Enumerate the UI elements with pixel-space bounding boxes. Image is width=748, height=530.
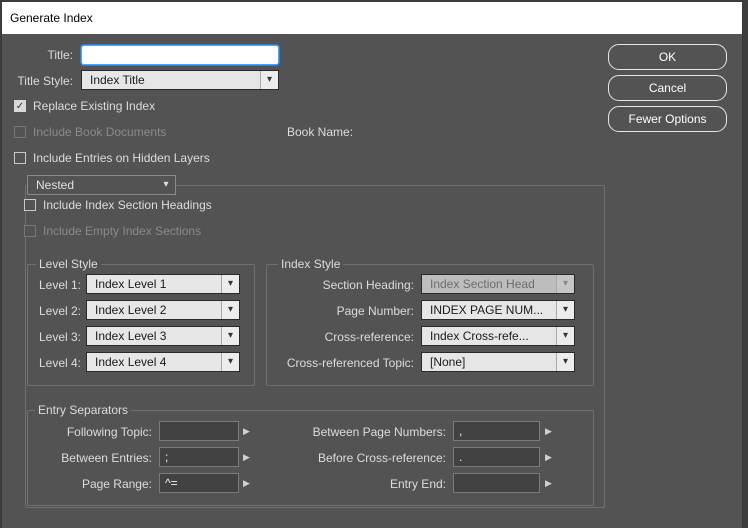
between-entries-field[interactable]: ; <box>159 447 239 467</box>
chevron-down-icon: ▾ <box>556 327 574 345</box>
checkmark-icon: ✓ <box>15 100 25 112</box>
level-1-select[interactable]: Index Level 1 ▾ <box>86 274 240 294</box>
level-4-value: Index Level 4 <box>95 355 167 369</box>
level-2-label: Level 2: <box>38 304 81 318</box>
cancel-button[interactable]: Cancel <box>608 75 727 101</box>
chevron-down-icon: ▾ <box>556 353 574 371</box>
section-headings-label: Include Index Section Headings <box>43 198 212 212</box>
chevron-down-icon: ▾ <box>221 275 239 293</box>
title-style-label: Title Style: <box>17 74 73 88</box>
cross-referenced-topic-value: [None] <box>430 355 466 369</box>
empty-sections-checkbox[interactable] <box>24 225 36 237</box>
replace-existing-label: Replace Existing Index <box>33 99 156 113</box>
between-page-numbers-label: Between Page Numbers: <box>312 425 446 439</box>
before-cross-reference-field[interactable]: . <box>453 447 540 467</box>
triangle-right-icon[interactable]: ▶ <box>545 447 552 467</box>
triangle-right-icon[interactable]: ▶ <box>545 473 552 493</box>
level-4-select[interactable]: Index Level 4 ▾ <box>86 352 240 372</box>
title-style-value: Index Title <box>90 73 145 87</box>
level-2-select[interactable]: Index Level 2 ▾ <box>86 300 240 320</box>
hidden-layers-checkbox[interactable] <box>14 152 26 164</box>
format-select[interactable]: Nested ▾ <box>27 175 176 195</box>
index-style-title: Index Style <box>278 257 344 271</box>
triangle-right-icon[interactable]: ▶ <box>243 473 250 493</box>
following-topic-label: Following Topic: <box>66 425 152 439</box>
cross-referenced-topic-select[interactable]: [None] ▾ <box>421 352 575 372</box>
chevron-down-icon: ▾ <box>221 353 239 371</box>
ok-button[interactable]: OK <box>608 44 727 70</box>
window-title: Generate Index <box>10 11 93 25</box>
level-3-value: Index Level 3 <box>95 329 167 343</box>
section-heading-value: Index Section Head <box>430 277 535 291</box>
section-heading-label: Section Heading: <box>322 278 414 292</box>
chevron-down-icon: ▾ <box>556 275 574 293</box>
level-1-label: Level 1: <box>38 278 81 292</box>
section-heading-select[interactable]: Index Section Head ▾ <box>421 274 575 294</box>
fewer-options-button[interactable]: Fewer Options <box>608 106 727 132</box>
level-3-label: Level 3: <box>38 330 81 344</box>
title-label: Title: <box>47 48 73 62</box>
cross-referenced-topic-label: Cross-referenced Topic: <box>286 356 414 370</box>
cross-reference-label: Cross-reference: <box>324 330 414 344</box>
book-name-label: Book Name: <box>287 125 354 139</box>
replace-existing-checkbox[interactable]: ✓ <box>14 100 26 112</box>
level-3-select[interactable]: Index Level 3 ▾ <box>86 326 240 346</box>
include-book-docs-label: Include Book Documents <box>33 125 167 139</box>
entry-separators-title: Entry Separators <box>35 403 132 417</box>
entry-end-label: Entry End: <box>389 477 446 491</box>
triangle-right-icon[interactable]: ▶ <box>545 421 552 441</box>
include-book-docs-checkbox[interactable] <box>14 126 26 138</box>
page-number-label: Page Number: <box>336 304 414 318</box>
level-style-title: Level Style <box>36 257 101 271</box>
level-2-value: Index Level 2 <box>95 303 167 317</box>
chevron-down-icon: ▾ <box>221 301 239 319</box>
page-number-value: INDEX PAGE NUM... <box>430 303 544 317</box>
empty-sections-label: Include Empty Index Sections <box>43 224 202 238</box>
title-input[interactable] <box>81 45 279 65</box>
page-number-select[interactable]: INDEX PAGE NUM... ▾ <box>421 300 575 320</box>
title-style-select[interactable]: Index Title ▾ <box>81 70 279 90</box>
chevron-down-icon: ▾ <box>556 301 574 319</box>
section-headings-checkbox[interactable] <box>24 199 36 211</box>
hidden-layers-label: Include Entries on Hidden Layers <box>33 151 210 165</box>
between-entries-label: Between Entries: <box>61 451 152 465</box>
level-1-value: Index Level 1 <box>95 277 167 291</box>
entry-end-field[interactable] <box>453 473 540 493</box>
page-range-field[interactable]: ^= <box>159 473 239 493</box>
before-cross-reference-label: Before Cross-reference: <box>317 451 446 465</box>
triangle-right-icon[interactable]: ▶ <box>243 447 250 467</box>
page-range-label: Page Range: <box>81 477 152 491</box>
cross-reference-select[interactable]: Index Cross-refe... ▾ <box>421 326 575 346</box>
window-titlebar: Generate Index <box>2 2 742 34</box>
following-topic-field[interactable] <box>159 421 239 441</box>
triangle-right-icon[interactable]: ▶ <box>243 421 250 441</box>
level-4-label: Level 4: <box>38 356 81 370</box>
chevron-down-icon: ▾ <box>163 179 169 190</box>
cross-reference-value: Index Cross-refe... <box>430 329 529 343</box>
format-value: Nested <box>36 178 75 192</box>
between-page-numbers-field[interactable]: , <box>453 421 540 441</box>
chevron-down-icon: ▾ <box>221 327 239 345</box>
chevron-down-icon: ▾ <box>260 71 278 89</box>
